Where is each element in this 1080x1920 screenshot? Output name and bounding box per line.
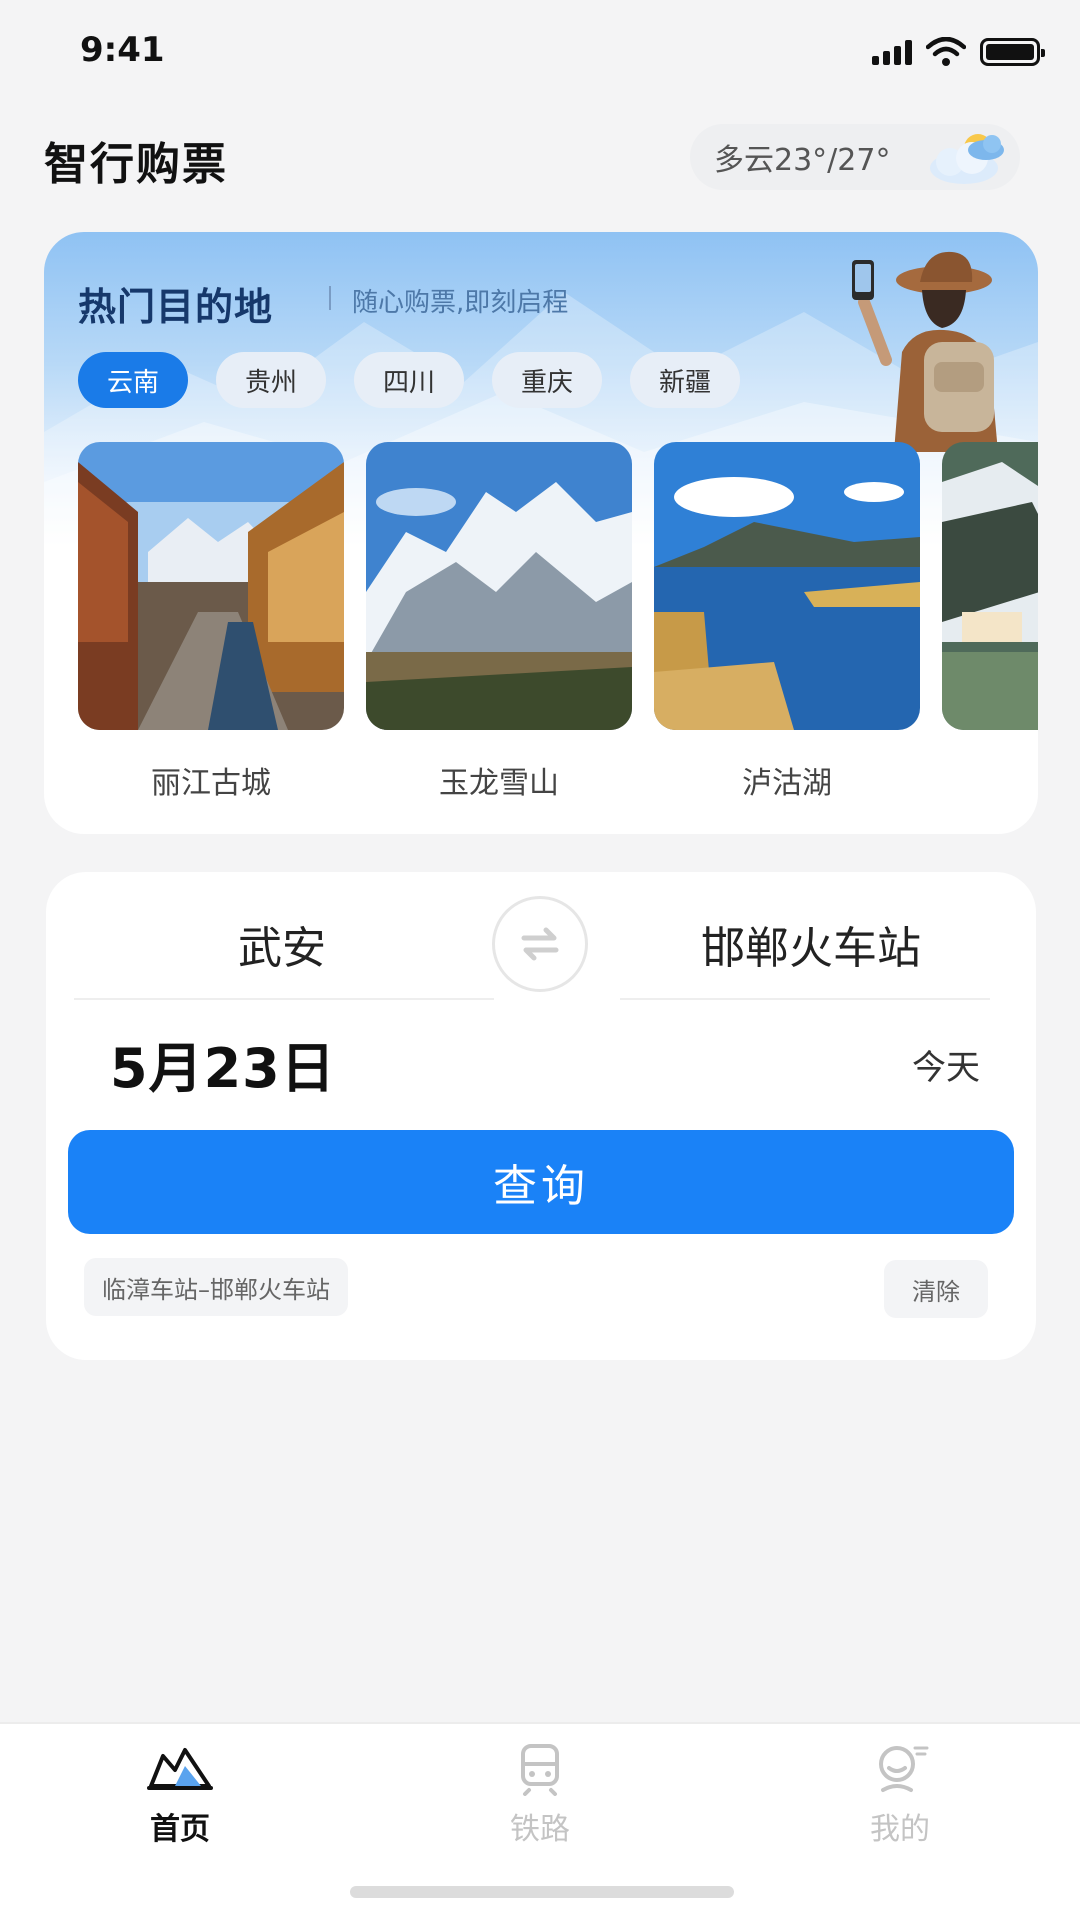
departure-underline xyxy=(74,998,494,1000)
province-tabs: 云南 贵州 四川 重庆 新疆 xyxy=(78,352,740,408)
destination-name: 泸沽湖 xyxy=(742,766,832,801)
province-tab-guizhou[interactable]: 贵州 xyxy=(216,352,326,408)
province-tab-xinjiang[interactable]: 新疆 xyxy=(630,352,740,408)
destination-photo xyxy=(654,442,920,730)
battery-icon xyxy=(980,38,1045,66)
status-icons xyxy=(872,36,1045,68)
search-history-item[interactable]: 临漳车站–邯郸火车站 xyxy=(84,1258,348,1316)
destination-photo xyxy=(78,442,344,730)
hot-destinations-card: 热门目的地 随心购票,即刻启程 云南 贵州 四川 重庆 新疆 丽江古城 玉龙雪山… xyxy=(44,232,1038,834)
arrival-underline xyxy=(620,998,990,1000)
destination-photo xyxy=(942,442,1038,730)
hot-destinations-subtitle: 随心购票,即刻启程 xyxy=(352,288,569,318)
destination-item-partial[interactable]: 香 xyxy=(942,442,1038,802)
page-title: 智行购票 xyxy=(44,139,228,190)
weather-widget[interactable]: 多云23°/27° xyxy=(690,124,1020,190)
destination-name: 玉龙雪山 xyxy=(439,766,559,801)
clear-history-button[interactable]: 清除 xyxy=(884,1260,988,1318)
date-tag-today: 今天 xyxy=(912,1048,980,1088)
profile-icon xyxy=(879,1746,929,1792)
destination-name: 丽江古城 xyxy=(151,766,271,801)
weather-text: 多云23°/27° xyxy=(714,143,891,178)
departure-station[interactable]: 武安 xyxy=(72,912,492,976)
nav-label-profile: 我的 xyxy=(870,1812,930,1847)
app-screen: 9:41 智行购票 多云23°/27° 热门目的地 随心购票,即刻启程 云南 贵… xyxy=(0,0,1080,1920)
wifi-icon xyxy=(926,37,966,66)
travel-date[interactable]: 5月23日 xyxy=(110,1024,336,1103)
swap-icon xyxy=(521,927,559,961)
traveler-illustration xyxy=(852,251,998,452)
nav-item-home[interactable]: 首页 xyxy=(80,1740,280,1848)
province-tab-sichuan[interactable]: 四川 xyxy=(354,352,464,408)
query-button[interactable]: 查询 xyxy=(68,1130,1014,1234)
swap-stations-button[interactable] xyxy=(492,896,588,992)
cloud-sun-icon xyxy=(930,134,1004,184)
nav-item-profile[interactable]: 我的 xyxy=(800,1740,1000,1848)
status-time: 9:41 xyxy=(80,30,165,70)
province-tab-chongqing[interactable]: 重庆 xyxy=(492,352,602,408)
title-divider xyxy=(329,286,331,310)
destination-photo xyxy=(366,442,632,730)
train-icon xyxy=(521,1744,559,1796)
province-tab-yunnan[interactable]: 云南 xyxy=(78,352,188,408)
destination-item-lugu[interactable]: 泸沽湖 xyxy=(654,442,920,802)
mountain-home-icon xyxy=(147,1748,213,1790)
destination-item-lijiang[interactable]: 丽江古城 xyxy=(78,442,344,802)
destination-list: 丽江古城 玉龙雪山 泸沽湖 xyxy=(78,442,1038,802)
nav-label-railway: 铁路 xyxy=(510,1812,570,1847)
status-bar: 9:41 xyxy=(0,0,1080,100)
destination-item-yulong[interactable]: 玉龙雪山 xyxy=(366,442,632,802)
home-indicator[interactable] xyxy=(350,1886,734,1898)
ticket-search-card: 武安 邯郸火车站 5月23日 今天 查询 临漳车站–邯郸火车站 清除 xyxy=(46,872,1036,1360)
nav-item-railway[interactable]: 铁路 xyxy=(440,1740,640,1848)
nav-label-home: 首页 xyxy=(150,1812,210,1847)
arrival-station[interactable]: 邯郸火车站 xyxy=(616,912,1006,976)
cellular-signal-icon xyxy=(872,39,912,65)
hot-destinations-title: 热门目的地 xyxy=(78,285,274,329)
